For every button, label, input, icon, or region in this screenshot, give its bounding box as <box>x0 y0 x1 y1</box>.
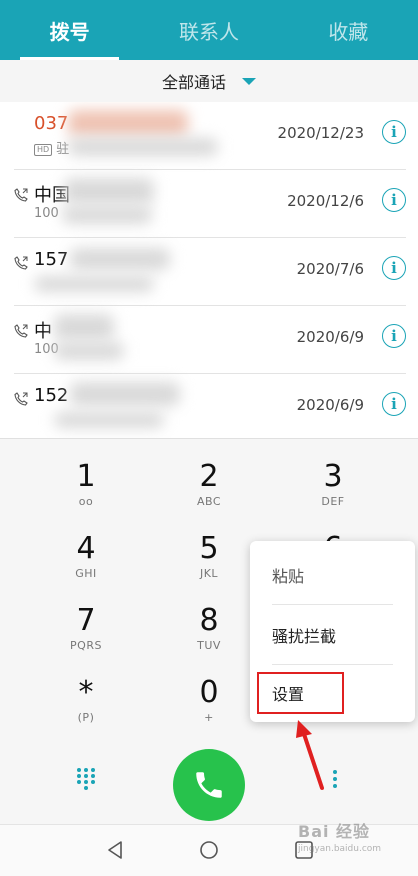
call-number: 中 <box>34 321 52 342</box>
info-icon[interactable]: i <box>382 256 406 280</box>
call-number: 152 <box>34 385 69 406</box>
blurred-number <box>54 314 114 340</box>
tab-contacts-label: 联系人 <box>178 19 239 44</box>
info-icon[interactable]: i <box>382 120 406 144</box>
watermark-sub: jingyan.baidu.com <box>298 844 382 854</box>
key-digit: 3 <box>323 459 343 494</box>
key-1[interactable]: 1 ᴏᴏ <box>26 459 146 509</box>
phone-log-icon <box>14 188 28 202</box>
phone-log-icon <box>14 324 28 338</box>
key-2[interactable]: 2 ABC <box>149 459 269 509</box>
home-icon[interactable] <box>199 840 219 860</box>
key-letters: PQRS <box>70 639 102 652</box>
key-letters: GHI <box>75 567 97 580</box>
call-number: 157 <box>34 249 69 270</box>
blurred-subtitle <box>62 206 152 224</box>
key-digit: * <box>78 675 94 710</box>
key-letters: DEF <box>321 495 345 508</box>
call-log-row[interactable]: 152 2020/6/9 i <box>14 374 406 438</box>
call-log-row[interactable]: 中 100 2020/6/9 i <box>14 306 406 374</box>
call-subtitle: HD 驻 <box>34 138 69 157</box>
phone-log-icon <box>14 392 28 406</box>
call-log-list: 037 HD 驻 2020/12/23 i 中国 100 2020/12/6 i … <box>0 102 418 438</box>
tab-bar: 拨号 联系人 收藏 <box>0 0 418 60</box>
menu-item-harassment-block[interactable]: 骚扰拦截 <box>250 605 415 665</box>
phone-icon <box>196 772 222 798</box>
menu-item-harassment-block-label: 骚扰拦截 <box>272 627 337 646</box>
key-digit: 1 <box>76 459 96 494</box>
blurred-subtitle <box>54 342 124 360</box>
call-date: 2020/6/9 <box>296 328 364 346</box>
blurred-number <box>70 248 170 270</box>
key-digit: 2 <box>199 459 219 494</box>
call-date: 2020/7/6 <box>296 260 364 278</box>
phone-log-icon <box>14 256 28 270</box>
tab-contacts[interactable]: 联系人 <box>139 0 278 60</box>
key-letters: ABC <box>196 495 222 508</box>
call-filter-dropdown[interactable]: 全部通话 <box>0 60 418 102</box>
annotation-arrow-icon <box>296 720 324 790</box>
info-icon[interactable]: i <box>382 392 406 416</box>
back-icon[interactable] <box>105 840 125 860</box>
tab-favorites[interactable]: 收藏 <box>279 0 418 60</box>
key-letters: (P) <box>77 711 95 724</box>
watermark-main: Bai 经验 <box>298 822 371 841</box>
tab-favorites-label: 收藏 <box>328 19 369 44</box>
key-star[interactable]: * (P) <box>26 675 146 725</box>
call-log-row[interactable]: 中国 100 2020/12/6 i <box>14 170 406 238</box>
annotation-highlight-box <box>257 672 344 714</box>
key-7[interactable]: 7 PQRS <box>26 603 146 653</box>
call-button[interactable] <box>173 749 245 821</box>
blurred-number <box>70 382 180 406</box>
blurred-subtitle <box>68 138 218 156</box>
blurred-number <box>68 110 188 136</box>
call-log-row[interactable]: 037 HD 驻 2020/12/23 i <box>14 102 406 170</box>
call-date: 2020/12/6 <box>287 192 364 210</box>
info-icon[interactable]: i <box>382 188 406 212</box>
call-subtitle: 100 <box>34 206 59 221</box>
voicemail-icon: ᴏᴏ <box>78 495 94 508</box>
call-date: 2020/6/9 <box>296 396 364 414</box>
blurred-subtitle <box>54 412 164 428</box>
key-digit: 4 <box>76 531 96 566</box>
menu-item-paste-label: 粘贴 <box>272 567 305 586</box>
tab-dialer-label: 拨号 <box>49 19 90 44</box>
call-filter-label: 全部通话 <box>161 73 226 92</box>
dialpad-icon[interactable] <box>74 767 98 791</box>
key-4[interactable]: 4 GHI <box>26 531 146 581</box>
key-3[interactable]: 3 DEF <box>273 459 393 509</box>
key-digit: 7 <box>76 603 96 638</box>
blurred-subtitle <box>34 276 154 292</box>
call-date: 2020/12/23 <box>277 124 364 142</box>
info-icon[interactable]: i <box>382 324 406 348</box>
call-number: 037 <box>34 113 69 134</box>
hd-badge: HD <box>34 143 53 156</box>
blurred-number <box>64 178 154 204</box>
baidu-watermark: Bai 经验 jingyan.baidu.com <box>298 818 381 854</box>
tab-dialer[interactable]: 拨号 <box>0 0 139 60</box>
menu-item-paste[interactable]: 粘贴 <box>250 545 415 605</box>
dropdown-triangle-icon <box>242 77 256 85</box>
call-log-row[interactable]: 157 2020/7/6 i <box>14 238 406 306</box>
